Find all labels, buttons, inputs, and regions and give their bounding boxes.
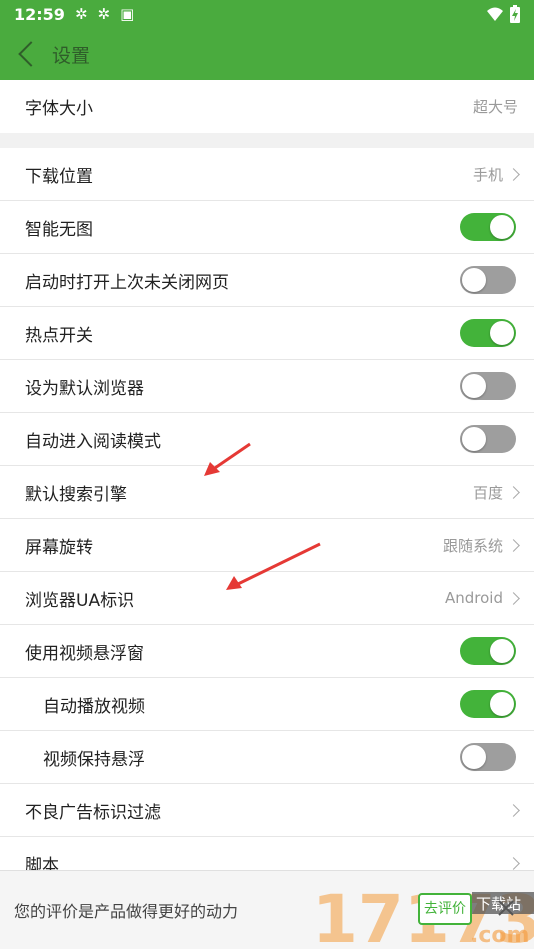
setting-label: 不良广告标识过滤 [25,802,161,823]
setting-row[interactable]: 使用视频悬浮窗 [0,625,534,678]
toggle-knob [462,427,486,451]
setting-row[interactable]: 启动时打开上次未关闭网页 [0,254,534,307]
setting-value: 百度 [472,482,520,503]
toggle-knob [490,692,514,716]
toggle-switch[interactable] [460,743,516,771]
rate-button[interactable]: 去评价 [418,893,472,925]
notification-icon: ✲ [74,5,88,23]
toggle-switch[interactable] [460,425,516,453]
setting-value-text: 百度 [472,483,503,502]
title-bar: 设置 [0,28,534,80]
toggle-knob [490,639,514,663]
setting-row[interactable]: 下载位置 手机 [0,148,534,201]
chevron-right-icon [507,167,520,181]
setting-row[interactable]: 自动进入阅读模式 [0,413,534,466]
setting-label: 设为默认浏览器 [25,378,144,399]
toggle-switch[interactable] [460,637,516,665]
font-size-row[interactable]: 字体大小 超大号 [0,80,534,133]
chevron-right-icon [507,485,520,499]
setting-label: 热点开关 [25,325,93,346]
setting-row[interactable]: 智能无图 [0,201,534,254]
setting-row[interactable]: 视频保持悬浮 [0,731,534,784]
setting-label: 屏幕旋转 [25,537,93,558]
chevron-left-icon[interactable] [18,41,44,67]
setting-label: 自动进入阅读模式 [25,431,161,452]
setting-label: 视频保持悬浮 [43,749,145,770]
notification-icon-2: ✲ [97,5,111,23]
font-size-value: 超大号 [472,98,518,116]
chevron-right-icon [507,803,520,817]
wifi-icon [487,7,503,21]
toggle-switch[interactable] [460,213,516,241]
setting-label: 下载位置 [25,166,93,187]
toggle-knob [462,268,486,292]
toggle-knob [490,215,514,239]
setting-label: 启动时打开上次未关闭网页 [25,272,229,293]
setting-value: 跟随系统 [442,535,520,556]
setting-value-text: 手机 [472,165,503,184]
toggle-switch[interactable] [460,319,516,347]
chevron-right-icon [507,856,520,870]
toggle-knob [462,374,486,398]
setting-label: 使用视频悬浮窗 [25,643,144,664]
toggle-knob [490,321,514,345]
setting-value [503,803,520,817]
setting-value: 手机 [472,164,520,185]
setting-row[interactable]: 默认搜索引擎 百度 [0,466,534,519]
setting-value-text: Android [445,589,503,607]
toggle-switch[interactable] [460,266,516,294]
section-divider [0,133,534,148]
rating-message: 您的评价是产品做得更好的动力 [14,902,239,921]
app-icon: ▣ [120,5,135,23]
setting-value: Android [445,589,520,607]
setting-row[interactable]: 不良广告标识过滤 [0,784,534,837]
settings-list: 下载位置 手机智能无图启动时打开上次未关闭网页 热点开关设为默认浏览器 自动进入阅读模… [0,148,534,890]
status-right [486,5,520,23]
toggle-switch[interactable] [460,372,516,400]
setting-label: 默认搜索引擎 [25,484,127,505]
setting-value-text: 跟随系统 [442,536,503,555]
battery-charging-icon [510,5,520,23]
page-title: 设置 [52,44,91,67]
toggle-switch[interactable] [460,690,516,718]
setting-row[interactable]: 屏幕旋转 跟随系统 [0,519,534,572]
status-time: 12:59 [14,4,65,24]
setting-row[interactable]: 浏览器UA标识 Android [0,572,534,625]
chevron-right-icon [507,591,520,605]
font-size-section: 字体大小 超大号 [0,80,534,133]
setting-row[interactable]: 自动播放视频 [0,678,534,731]
toggle-knob [462,745,486,769]
setting-label: 浏览器UA标识 [25,590,135,611]
setting-row[interactable]: 设为默认浏览器 [0,360,534,413]
setting-value [503,856,520,870]
setting-label: 智能无图 [25,219,93,240]
setting-row[interactable]: 热点开关 [0,307,534,360]
setting-label: 自动播放视频 [43,696,145,717]
font-size-label: 字体大小 [25,99,93,119]
status-bar: 12:59 ✲ ✲ ▣ [0,0,534,28]
close-icon[interactable] [496,898,516,918]
chevron-right-icon [507,538,520,552]
